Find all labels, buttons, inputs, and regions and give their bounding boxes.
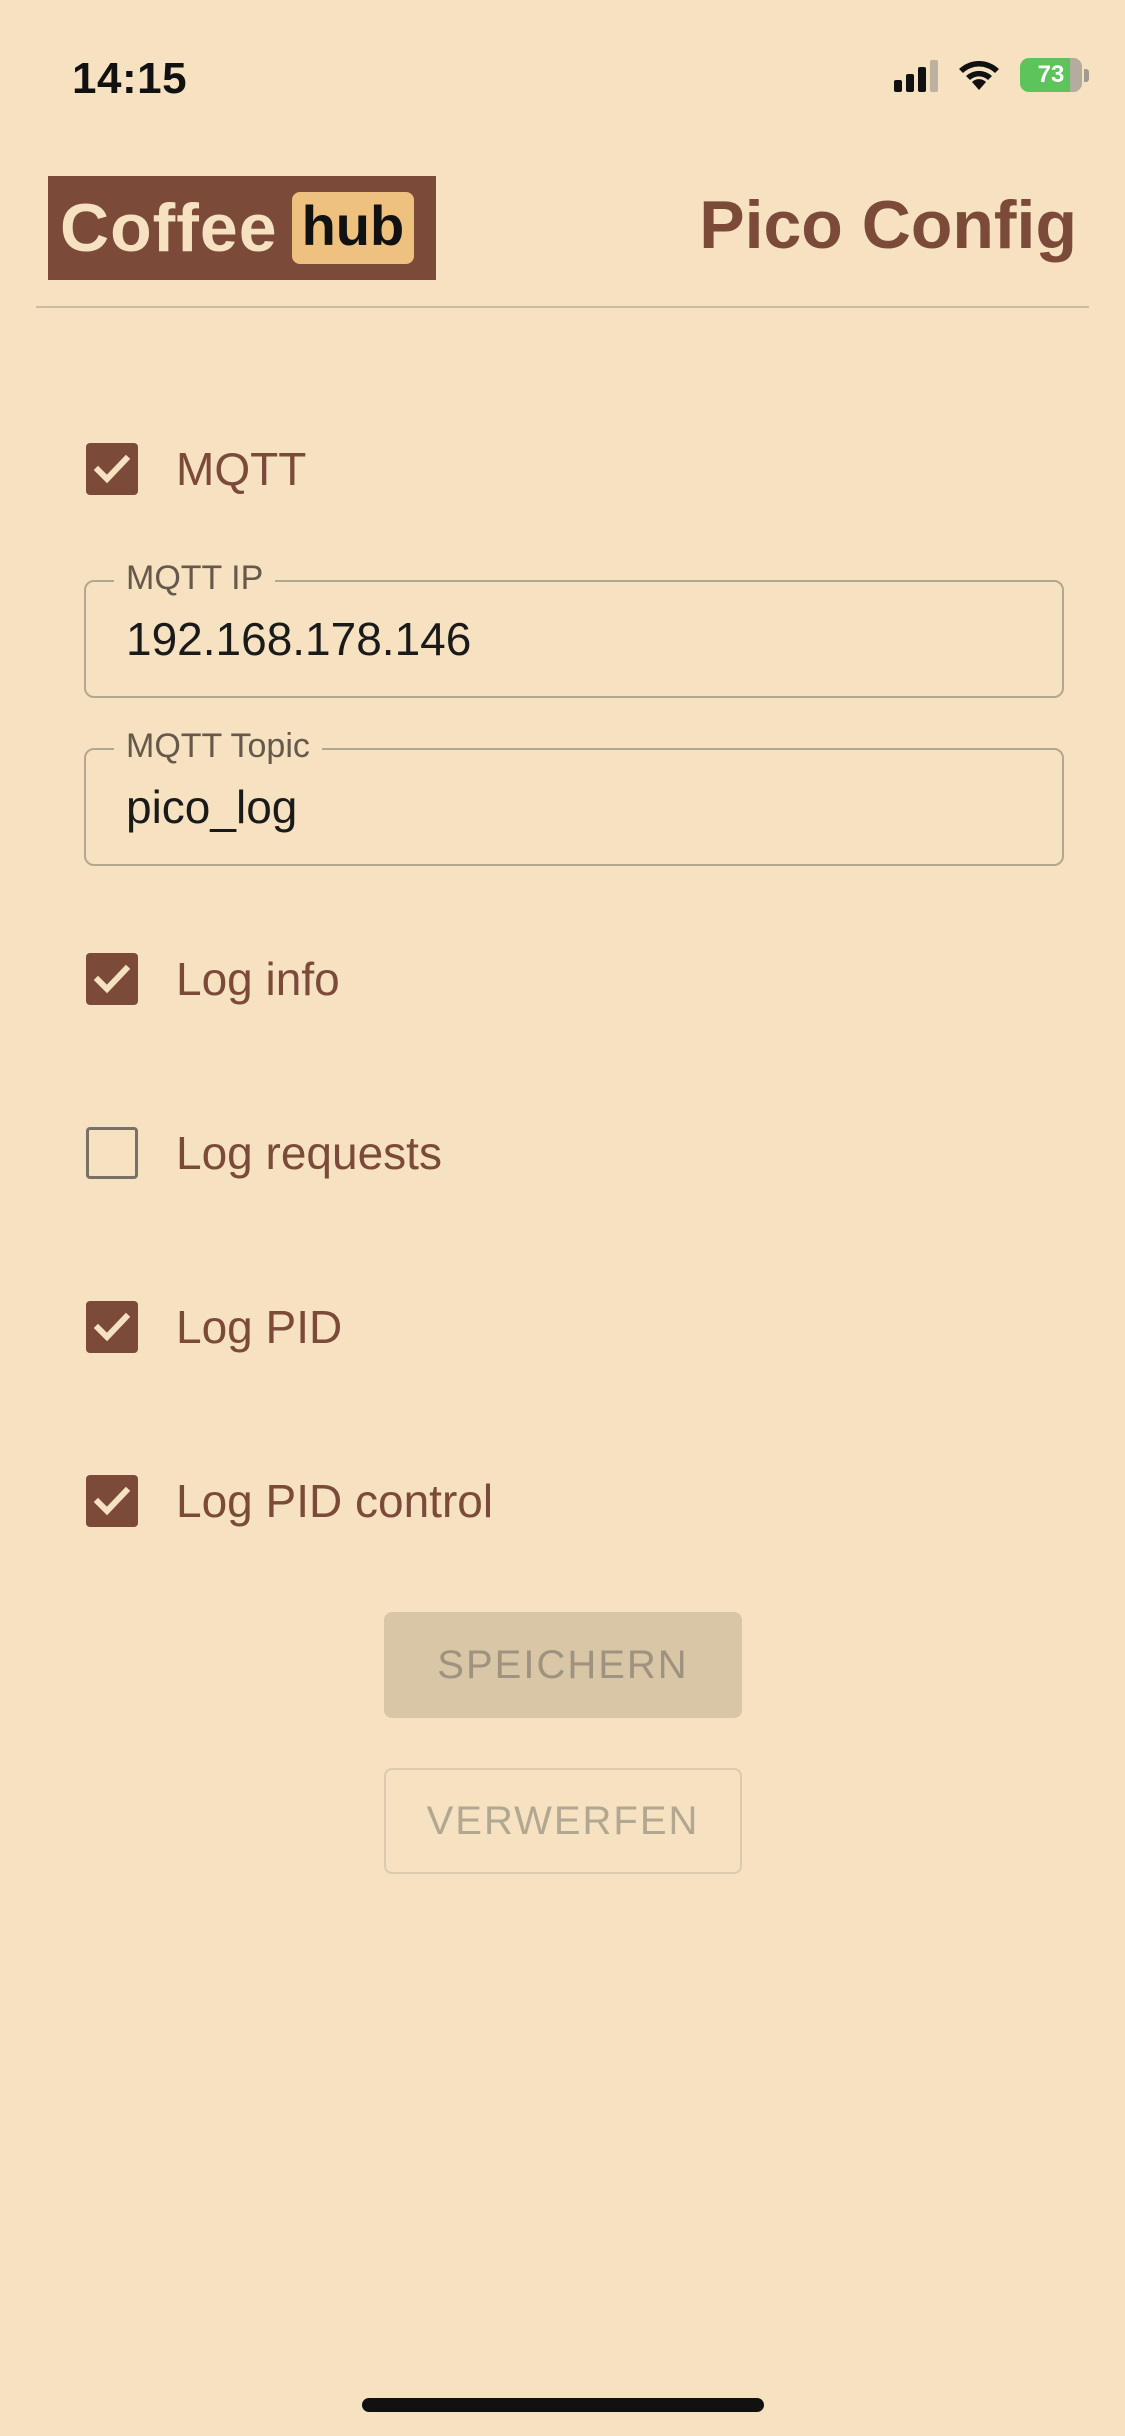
coffeehub-logo: Coffee hub (48, 176, 436, 280)
battery-level: 73 (1037, 61, 1065, 88)
log-pid-control-label: Log PID control (176, 1475, 494, 1527)
log-requests-label: Log requests (176, 1127, 442, 1179)
checkmark-icon (93, 1312, 131, 1342)
log-requests-checkbox[interactable] (86, 1127, 138, 1179)
mqtt-checkbox[interactable] (86, 443, 138, 495)
checkmark-icon (93, 1486, 131, 1516)
logo-badge: hub (291, 192, 415, 264)
page-title: Pico Config (699, 187, 1077, 263)
mqtt-checkbox-row[interactable]: MQTT (86, 442, 306, 496)
mqtt-label: MQTT (176, 443, 307, 495)
header-divider (36, 306, 1089, 308)
discard-button[interactable]: VERWERFEN (384, 1768, 742, 1874)
log-pid-label: Log PID (176, 1301, 343, 1353)
logo-word: Coffee (60, 190, 278, 266)
mqtt-ip-input[interactable] (126, 612, 1026, 666)
log-requests-checkbox-row[interactable]: Log requests (86, 1126, 442, 1180)
mqtt-ip-label: MQTT IP (114, 558, 276, 598)
log-info-checkbox[interactable] (86, 953, 138, 1005)
log-info-checkbox-row[interactable]: Log info (86, 952, 340, 1006)
wifi-icon (959, 61, 999, 90)
checkmark-icon (93, 964, 131, 994)
cellular-signal-icon (894, 58, 938, 92)
status-time: 14:15 (72, 54, 188, 103)
log-pid-control-checkbox-row[interactable]: Log PID control (86, 1474, 493, 1528)
save-button[interactable]: SPEICHERN (384, 1612, 742, 1718)
log-pid-control-checkbox[interactable] (86, 1475, 138, 1527)
checkmark-icon (93, 454, 131, 484)
log-pid-checkbox-row[interactable]: Log PID (86, 1300, 342, 1354)
home-indicator[interactable] (362, 2398, 764, 2412)
mqtt-topic-field[interactable]: MQTT Topic (84, 726, 1064, 866)
log-info-label: Log info (176, 953, 340, 1005)
status-icons: 73 (894, 58, 1089, 92)
mqtt-ip-field[interactable]: MQTT IP (84, 558, 1064, 698)
mqtt-topic-input[interactable] (126, 780, 1026, 834)
battery-icon: 73 (1020, 58, 1082, 92)
mqtt-topic-label: MQTT Topic (114, 726, 322, 766)
log-pid-checkbox[interactable] (86, 1301, 138, 1353)
battery-indicator: 73 (1020, 58, 1089, 92)
